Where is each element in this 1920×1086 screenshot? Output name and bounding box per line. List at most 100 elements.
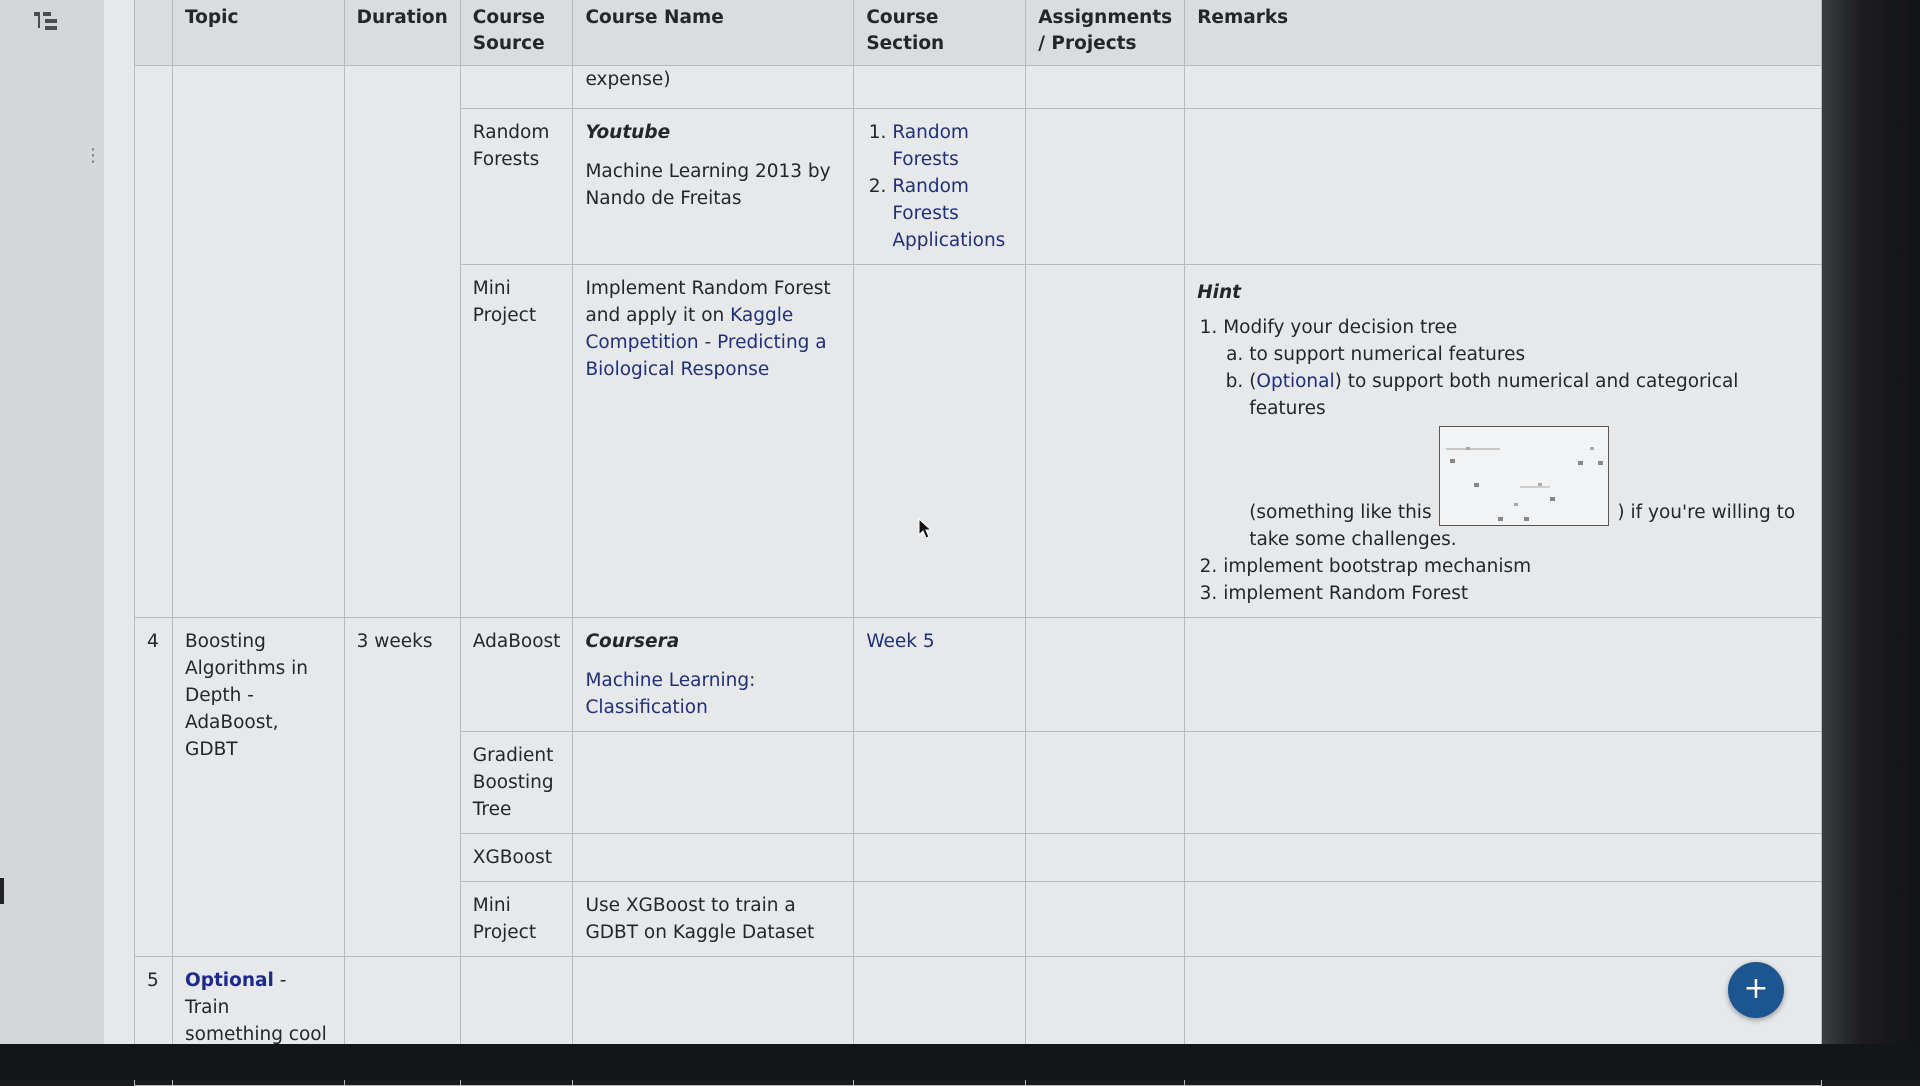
platform-label: Coursera bbox=[585, 631, 680, 652]
platform-label: Youtube bbox=[585, 122, 671, 143]
cell bbox=[1025, 617, 1186, 732]
hint-sublist: to support numerical features (Optional)… bbox=[1223, 341, 1809, 422]
cell bbox=[1025, 731, 1186, 834]
header-course-source: Course Source bbox=[459, 0, 574, 66]
list-item: implement bootstrap mechanism bbox=[1223, 553, 1809, 580]
table-row: expense) bbox=[134, 65, 1822, 618]
optional-topic-link[interactable]: Optional bbox=[185, 970, 274, 991]
course-source-random-forests: Random Forests bbox=[472, 122, 550, 170]
course-source-mini-project: Mini Project bbox=[472, 278, 537, 326]
cell bbox=[1025, 108, 1186, 265]
header-assignments: Assignments / Projects bbox=[1025, 0, 1186, 66]
mini-project-text: Use XGBoost to train a GDBT on Kaggle Da… bbox=[585, 895, 815, 943]
hint-list: Modify your decision tree to support num… bbox=[1197, 314, 1809, 607]
cell bbox=[853, 833, 1027, 882]
hint-2: implement bootstrap mechanism bbox=[1223, 556, 1532, 577]
cell bbox=[1184, 108, 1822, 265]
mouse-pointer-icon bbox=[918, 518, 933, 539]
course-source-xgboost: XGBoost bbox=[472, 847, 553, 868]
list-item: Random Forests Applications bbox=[892, 173, 1013, 254]
cell bbox=[853, 731, 1027, 834]
monitor-bezel-bottom bbox=[0, 1044, 1920, 1080]
cell bbox=[853, 881, 1027, 957]
course-source-cell: Mini Project bbox=[459, 264, 574, 618]
row-number: 4 bbox=[134, 617, 173, 957]
cell bbox=[459, 65, 574, 109]
course-source-gbt: Gradient Boosting Tree bbox=[472, 745, 554, 820]
cell bbox=[1184, 65, 1822, 109]
course-name-text: Machine Learning 2013 by Nando de Freita… bbox=[585, 161, 831, 209]
cell bbox=[1025, 881, 1186, 957]
ml-classification-link[interactable]: Machine Learning: Classification bbox=[585, 670, 755, 718]
course-name-partial: expense) bbox=[585, 69, 671, 90]
cell bbox=[1025, 833, 1186, 882]
cell bbox=[853, 264, 1027, 618]
course-source-cell: AdaBoost bbox=[459, 617, 574, 732]
section-list: Random Forests Random Forests Applicatio… bbox=[866, 119, 1013, 254]
table-header-row: Topic Duration Course Source Course Name… bbox=[134, 0, 1822, 66]
row3-topic-cell bbox=[171, 65, 345, 618]
course-source-cell: Gradient Boosting Tree bbox=[459, 731, 574, 834]
cell bbox=[1184, 881, 1822, 957]
screen: ⋮ Topic Duration Course Source Course Na… bbox=[0, 0, 1822, 1086]
course-section-cell: Week 5 bbox=[853, 617, 1027, 732]
header-duration: Duration bbox=[343, 0, 461, 66]
outline-icon[interactable] bbox=[34, 12, 60, 34]
course-name-cell: Youtube Machine Learning 2013 by Nando d… bbox=[572, 108, 855, 265]
row3-number-cell bbox=[134, 65, 173, 618]
week-5-link[interactable]: Week 5 bbox=[866, 631, 934, 652]
duration-cell: 3 weeks bbox=[343, 617, 461, 957]
cell bbox=[572, 833, 855, 882]
decision-tree-thumbnail[interactable] bbox=[1439, 426, 1610, 526]
cell bbox=[853, 65, 1027, 109]
list-item: implement Random Forest bbox=[1223, 580, 1809, 607]
optional-link[interactable]: Optional bbox=[1256, 371, 1334, 392]
course-source-cell: XGBoost bbox=[459, 833, 574, 882]
course-source-cell: Random Forests bbox=[459, 108, 574, 265]
cell bbox=[1025, 65, 1186, 109]
add-button[interactable]: + bbox=[1728, 962, 1784, 1018]
cell bbox=[1025, 264, 1186, 618]
cell bbox=[1184, 833, 1822, 882]
header-course-name: Course Name bbox=[572, 0, 855, 66]
header-remarks: Remarks bbox=[1184, 0, 1822, 66]
tree-diagram-icon bbox=[1446, 447, 1604, 521]
hint-3: implement Random Forest bbox=[1223, 583, 1469, 604]
course-source-adaboost: AdaBoost bbox=[472, 631, 561, 652]
list-item: to support numerical features bbox=[1249, 341, 1809, 368]
course-source-cell: Mini Project bbox=[459, 881, 574, 957]
section-link-random-forests[interactable]: Random Forests bbox=[892, 122, 969, 170]
list-item: Modify your decision tree to support num… bbox=[1223, 314, 1809, 553]
mini-project-text: Implement Random Forest and apply it on bbox=[585, 278, 831, 326]
topic-cell: Boosting Algorithms in Depth - AdaBoost,… bbox=[171, 617, 345, 957]
course-name-cell: expense) bbox=[572, 65, 855, 109]
hint-1a: to support numerical features bbox=[1249, 344, 1526, 365]
section-link-random-forests-applications[interactable]: Random Forests Applications bbox=[892, 176, 1005, 251]
course-source-mini-project: Mini Project bbox=[472, 895, 537, 943]
hint-pre-image: (something like this bbox=[1249, 502, 1432, 523]
header-course-section: Course Section bbox=[853, 0, 1027, 66]
edge-mark bbox=[0, 878, 12, 904]
list-item: (Optional) to support both numerical and… bbox=[1249, 368, 1809, 422]
course-name-cell: Use XGBoost to train a GDBT on Kaggle Da… bbox=[572, 881, 855, 957]
header-number bbox=[134, 0, 173, 66]
course-table: Topic Duration Course Source Course Name… bbox=[134, 0, 1822, 1086]
row3-duration-cell bbox=[343, 65, 461, 618]
course-name-cell: Coursera Machine Learning: Classificatio… bbox=[572, 617, 855, 732]
monitor-bezel-right bbox=[1822, 0, 1920, 1080]
list-item: Random Forests bbox=[892, 119, 1013, 173]
header-topic: Topic bbox=[171, 0, 345, 66]
hint-1: Modify your decision tree bbox=[1223, 317, 1458, 338]
remarks-cell: Hint Modify your decision tree to suppor… bbox=[1184, 264, 1822, 618]
hint-title: Hint bbox=[1197, 282, 1242, 303]
drag-handle-icon[interactable]: ⋮ bbox=[84, 147, 102, 165]
cell bbox=[1184, 617, 1822, 732]
course-name-cell: Implement Random Forest and apply it on … bbox=[572, 264, 855, 618]
course-section-cell: Random Forests Random Forests Applicatio… bbox=[853, 108, 1027, 265]
table-row: 4 Boosting Algorithms in Depth - AdaBoos… bbox=[134, 617, 1822, 957]
cell bbox=[572, 731, 855, 834]
hint-image-line: (something like this) if you're willing… bbox=[1223, 426, 1809, 553]
cell bbox=[1184, 731, 1822, 834]
